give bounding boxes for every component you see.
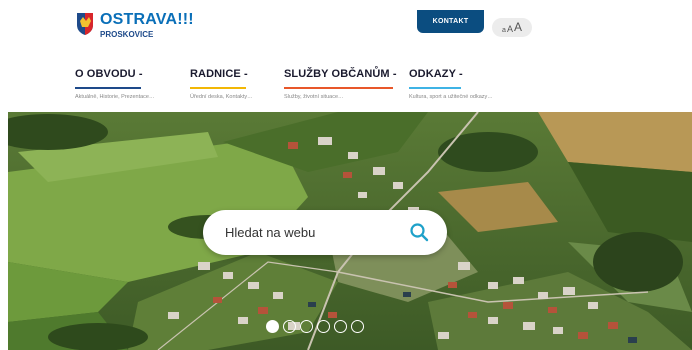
nav-underline bbox=[75, 87, 141, 89]
nav-label: RADNICE bbox=[190, 68, 241, 80]
nav-sub-text: Úřední deska, Kontakty… bbox=[190, 94, 253, 100]
carousel-pagination bbox=[266, 320, 364, 333]
logo-title: OSTRAVA!!! bbox=[100, 11, 194, 28]
nav-underline bbox=[190, 87, 246, 89]
nav-item-radnice[interactable]: RADNICE - Úřední deska, Kontakty… bbox=[190, 64, 270, 100]
nav-sub-text: Kultura, sport a užitečné odkazy… bbox=[409, 94, 493, 100]
carousel-dot[interactable] bbox=[317, 320, 330, 333]
search-input[interactable] bbox=[225, 225, 395, 240]
nav-underline bbox=[409, 87, 461, 89]
coat-of-arms-icon bbox=[77, 13, 93, 35]
carousel-dot[interactable] bbox=[351, 320, 364, 333]
site-logo[interactable]: OSTRAVA!!! PROSKOVICE bbox=[76, 12, 216, 44]
font-size-small[interactable]: a bbox=[502, 27, 506, 34]
logo-subtitle: PROSKOVICE bbox=[100, 30, 154, 39]
search-box[interactable] bbox=[203, 210, 447, 255]
kontakt-button[interactable]: KONTAKT bbox=[417, 10, 484, 33]
carousel-dot[interactable] bbox=[283, 320, 296, 333]
nav-sub-text: Aktuálně, Historie, Prezentace… bbox=[75, 94, 155, 100]
nav-item-sluzby-obcanum[interactable]: SLUŽBY OBČANŮM - Služby, životní situace… bbox=[284, 64, 399, 100]
carousel-dot[interactable] bbox=[300, 320, 313, 333]
nav-item-odkazy[interactable]: ODKAZY - Kultura, sport a užitečné odkaz… bbox=[409, 64, 519, 100]
font-size-medium[interactable]: A bbox=[507, 24, 513, 34]
search-icon[interactable] bbox=[409, 222, 429, 242]
carousel-dot[interactable] bbox=[266, 320, 279, 333]
nav-item-o-obvodu[interactable]: O OBVODU - Aktuálně, Historie, Prezentac… bbox=[75, 64, 175, 100]
nav-label: SLUŽBY OBČANŮM bbox=[284, 68, 390, 80]
nav-label: O OBVODU bbox=[75, 68, 136, 80]
font-size-large[interactable]: A bbox=[514, 20, 522, 34]
font-size-switcher[interactable]: a A A bbox=[492, 18, 532, 37]
nav-sub-text: Služby, životní situace… bbox=[284, 94, 344, 100]
nav-underline bbox=[284, 87, 393, 89]
carousel-dot[interactable] bbox=[334, 320, 347, 333]
nav-label: ODKAZY bbox=[409, 68, 456, 80]
